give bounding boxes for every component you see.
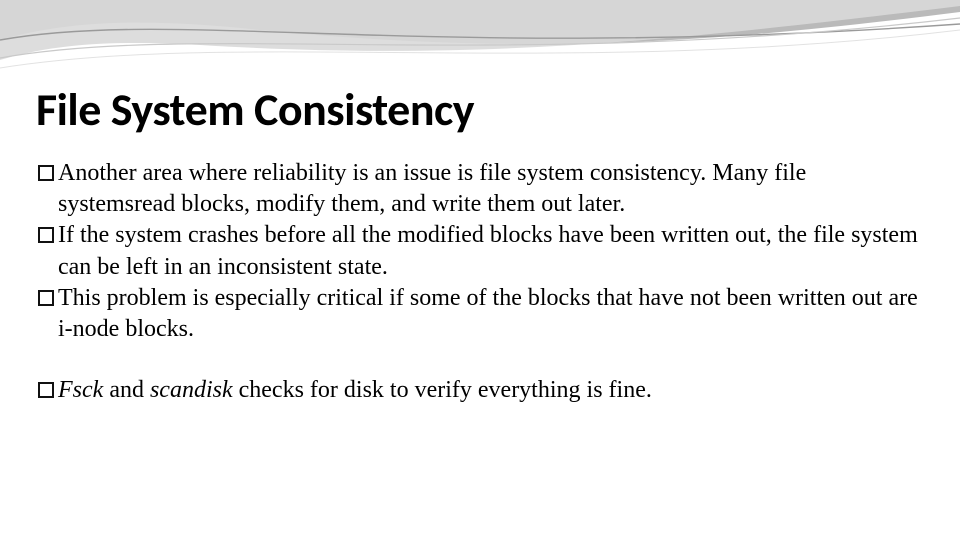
slide-header-decoration xyxy=(0,0,960,80)
bullet-square-icon xyxy=(38,382,54,398)
closing-italic-fsck: Fsck xyxy=(58,377,103,403)
bullet-square-icon xyxy=(38,227,54,243)
bullet-item: This problem is especially critical if s… xyxy=(40,283,920,345)
closing-italic-scandisk: scandisk xyxy=(150,377,233,403)
bullet-text: Another area where reliability is an iss… xyxy=(58,158,920,220)
bullet-item-closing: Fsck and scandisk checks for disk to ver… xyxy=(40,375,920,406)
bullet-item: Another area where reliability is an iss… xyxy=(40,158,920,220)
slide-title: File System Consistency xyxy=(36,82,474,138)
bullet-text: This problem is especially critical if s… xyxy=(58,283,920,345)
closing-mid: and xyxy=(103,377,150,403)
bullet-item: If the system crashes before all the mod… xyxy=(40,220,920,282)
closing-end: checks for disk to verify everything is … xyxy=(233,377,652,403)
bullet-square-icon xyxy=(38,165,54,181)
bullet-text: Fsck and scandisk checks for disk to ver… xyxy=(58,375,920,406)
bullet-text: If the system crashes before all the mod… xyxy=(58,220,920,282)
slide-body: Another area where reliability is an iss… xyxy=(40,158,920,406)
bullet-square-icon xyxy=(38,290,54,306)
